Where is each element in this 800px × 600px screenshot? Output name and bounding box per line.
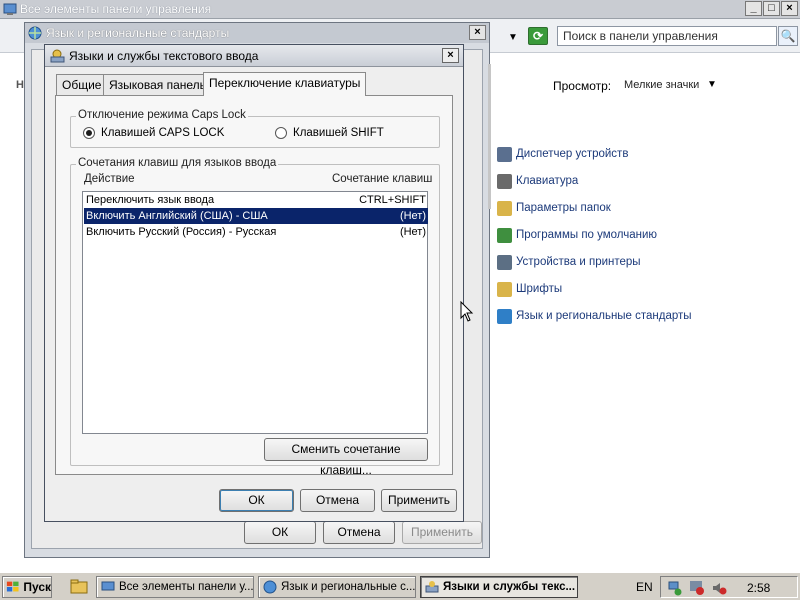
control-panel-item[interactable]: Клавиатура [497, 172, 578, 190]
text-services-title: Языки и службы текстового ввода [69, 49, 259, 63]
hotkey-action: Включить Английский (США) - США [86, 210, 268, 222]
language-indicator[interactable]: EN [636, 580, 653, 594]
address-dropdown-icon[interactable]: ▼ [508, 32, 518, 43]
clock[interactable]: 2:58 [747, 581, 770, 595]
tab-language-bar[interactable]: Языковая панель [103, 74, 212, 95]
control-panel-item-label: Язык и региональные стандарты [516, 310, 692, 322]
keyboard-icon [50, 49, 65, 63]
control-panel-item-label: Параметры папок [516, 202, 611, 214]
regional-settings-titlebar: Язык и региональные стандарты × [25, 23, 489, 43]
task-regional-settings[interactable]: Язык и региональные с... [258, 576, 416, 598]
task-control-panel[interactable]: Все элементы панели у... [96, 576, 254, 598]
hotkey-sequence: (Нет) [399, 210, 426, 222]
shift-key-radio[interactable]: Клавишей SHIFT [275, 127, 384, 139]
control-panel-item[interactable]: Программы по умолчанию [497, 226, 657, 244]
apply-button[interactable]: Применить [402, 521, 482, 544]
regional-settings-title: Язык и региональные стандарты [46, 26, 230, 40]
taskbar: Пуск Все элементы панели у... Язык и рег… [0, 572, 800, 600]
task-label: Все элементы панели у... [119, 581, 254, 593]
hotkey-row[interactable]: Включить Английский (США) - США (Нет) [84, 208, 428, 224]
chevron-down-icon[interactable]: ▼ [707, 79, 717, 90]
search-icon[interactable]: 🔍 [778, 26, 798, 46]
control-panel-item[interactable]: Диспетчер устройств [497, 145, 628, 163]
explorer-quicklaunch-icon[interactable] [70, 579, 88, 595]
keyboard-switching-panel: Отключение режима Caps Lock Клавишей CAP… [55, 95, 453, 477]
view-label: Просмотр: [553, 79, 612, 93]
control-panel-title: Все элементы панели управления [20, 2, 212, 16]
control-panel-item[interactable]: Параметры папок [497, 199, 611, 217]
capslock-key-radio[interactable]: Клавишей CAPS LOCK [83, 127, 224, 139]
hotkeys-legend: Сочетания клавиш для языков ввода [76, 157, 279, 169]
tab-keyboard-switching[interactable]: Переключение клавиатуры [203, 72, 367, 96]
printer-icon [497, 254, 512, 270]
column-header-action: Действие [84, 173, 135, 185]
control-panel-item-label: Диспетчер устройств [516, 148, 629, 160]
task-label: Языки и службы текс... [443, 581, 576, 593]
text-services-dialog: Языки и службы текстового ввода × Общие … [44, 44, 464, 522]
globe-icon [497, 308, 512, 324]
radio-unselected-icon [275, 127, 287, 139]
control-panel-icon [3, 3, 17, 15]
maximize-button[interactable]: □ [763, 1, 780, 16]
hotkey-action: Включить Русский (Россия) - Русская [86, 226, 277, 238]
fonts-folder-icon [497, 281, 512, 297]
view-mode-dropdown[interactable]: Мелкие значки [624, 79, 699, 91]
apply-button[interactable]: Применить [381, 489, 457, 512]
clipped-text-fragment: Н [16, 79, 24, 91]
start-label: Пуск [23, 580, 51, 594]
control-panel-titlebar: Все элементы панели управления _ □ × [0, 0, 800, 19]
control-panel-item[interactable]: Язык и региональные стандарты [497, 307, 692, 325]
task-label: Язык и региональные с... [281, 581, 416, 593]
minimize-button[interactable]: _ [745, 1, 762, 16]
close-button[interactable]: × [469, 25, 486, 40]
control-panel-item-label: Клавиатура [516, 175, 579, 187]
hotkey-row[interactable]: Включить Русский (Россия) - Русская (Нет) [84, 224, 428, 240]
radio-selected-icon [83, 127, 95, 139]
refresh-button[interactable]: ⟳ [528, 27, 548, 45]
shift-key-label: Клавишей SHIFT [293, 127, 384, 139]
capslock-group: Отключение режима Caps Lock Клавишей CAP… [70, 109, 440, 148]
control-panel-item-label: Устройства и принтеры [516, 256, 641, 268]
start-button[interactable]: Пуск [2, 576, 52, 598]
control-panel-item[interactable]: Устройства и принтеры [497, 253, 641, 271]
hotkey-row[interactable]: Переключить язык ввода CTRL+SHIFT [84, 192, 428, 208]
search-input[interactable]: Поиск в панели управления [557, 26, 777, 46]
security-alert-icon[interactable] [689, 580, 705, 596]
ok-button[interactable]: ОК [244, 521, 316, 544]
capslock-key-label: Клавишей CAPS LOCK [101, 127, 225, 139]
hotkeys-list[interactable]: Переключить язык ввода CTRL+SHIFT Включить… [82, 191, 428, 434]
folder-options-icon [497, 200, 512, 216]
keyboard-icon [497, 173, 512, 189]
capslock-legend: Отключение режима Caps Lock [76, 109, 248, 121]
mouse-cursor-icon [460, 301, 474, 322]
control-panel-item[interactable]: Шрифты [497, 280, 562, 298]
tab-general[interactable]: Общие [56, 74, 108, 95]
cancel-button[interactable]: Отмена [323, 521, 395, 544]
speaker-muted-icon[interactable] [711, 580, 727, 596]
change-key-sequence-button[interactable]: Сменить сочетание клавиш... [264, 438, 428, 477]
close-button[interactable]: × [442, 48, 459, 63]
keyboard-icon [425, 581, 439, 593]
cancel-button[interactable]: Отмена [300, 489, 375, 512]
globe-icon [28, 26, 42, 40]
control-panel-icon [101, 581, 115, 591]
task-text-services[interactable]: Языки и службы текс... [420, 576, 578, 598]
hotkey-action: Переключить язык ввода [86, 194, 215, 206]
scrollbar[interactable] [488, 64, 491, 209]
control-panel-item-label: Шрифты [516, 283, 563, 295]
system-tray: 2:58 [660, 576, 798, 598]
default-programs-icon [497, 227, 512, 243]
hotkey-sequence: (Нет) [399, 226, 426, 238]
globe-icon [263, 580, 277, 594]
control-panel-item-label: Программы по умолчанию [516, 229, 658, 241]
text-services-titlebar: Языки и службы текстового ввода × [45, 45, 463, 67]
network-icon[interactable] [667, 580, 683, 596]
close-button[interactable]: × [781, 1, 798, 16]
hotkey-sequence: CTRL+SHIFT [359, 194, 426, 206]
column-header-keys: Сочетание клавиш [332, 173, 433, 185]
windows-logo-icon [6, 581, 19, 592]
ok-button[interactable]: ОК [219, 489, 294, 512]
device-manager-icon [497, 146, 512, 162]
